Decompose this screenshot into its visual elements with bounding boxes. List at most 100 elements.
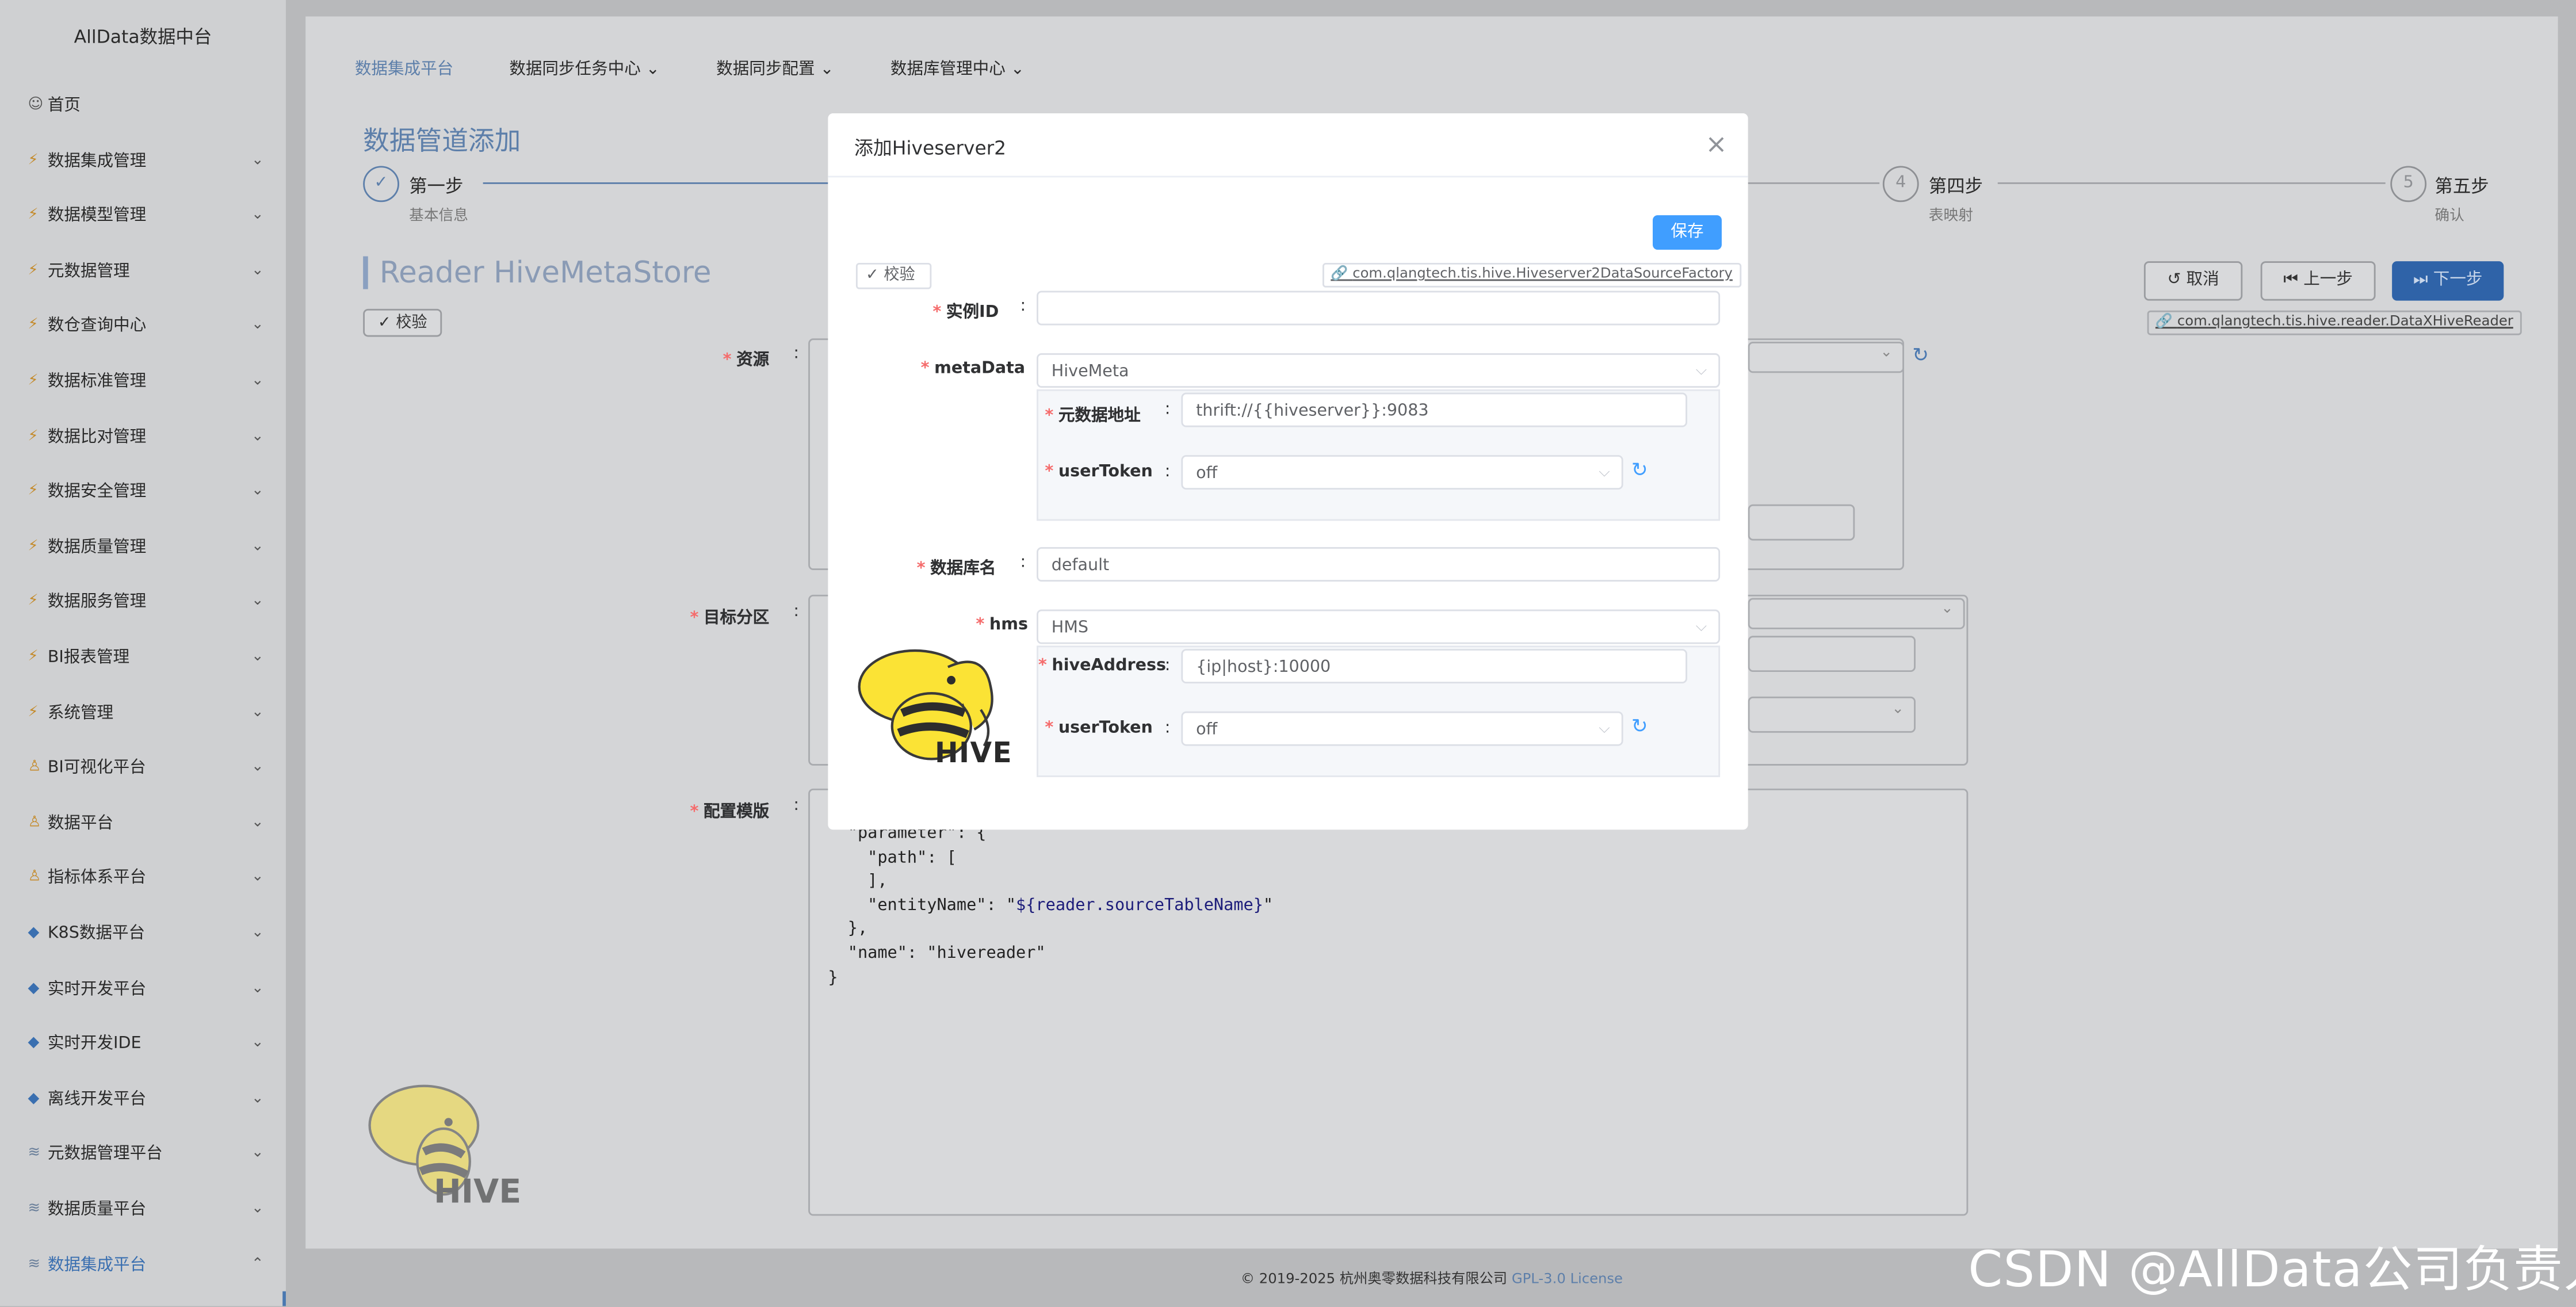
chevron-icon: ⌄ <box>251 207 264 224</box>
sidebar-item[interactable]: ≋ 数据集成平台 ⌃ <box>0 1249 286 1282</box>
colon: : <box>1164 657 1171 675</box>
sidebar-item-label: 元数据管理 <box>47 262 130 281</box>
step-line <box>483 182 828 184</box>
instance-id-input[interactable] <box>1037 291 1721 326</box>
sidebar-item[interactable]: ♙ 指标体系平台 ⌄ <box>0 863 286 896</box>
sidebar-item[interactable]: ⚡ 元数据管理 ⌄ <box>0 256 286 289</box>
sidebar-item[interactable]: ☺ 首页 <box>0 90 286 123</box>
sidebar-item-label: 实时开发平台 <box>47 980 147 999</box>
bolt-icon: ⚡ <box>28 649 39 666</box>
nav-db-center[interactable]: 数据库管理中心 ⌄ <box>890 54 1025 79</box>
refresh-icon[interactable]: ↻ <box>1912 343 1929 366</box>
chevron-icon: ⌄ <box>251 1035 264 1052</box>
resource-select[interactable]: ⌄ <box>1748 342 1904 373</box>
sidebar-item[interactable]: ⚡ 数据模型管理 ⌄ <box>0 201 286 234</box>
hive-address-label: * hiveAddress <box>1038 657 1166 675</box>
person-icon: ♙ <box>28 869 41 886</box>
cancel-button[interactable]: ↺ 取消 <box>2143 261 2243 301</box>
brand-title: AllData数据中台 <box>74 26 212 48</box>
next-button[interactable]: ⏭ 下一步 <box>2392 261 2504 301</box>
reader-title-bar <box>363 256 368 289</box>
sidebar-item[interactable]: ⚡ BI报表管理 ⌄ <box>0 643 286 675</box>
step-1-title: 第一步 <box>409 175 464 197</box>
user-token-label: * userToken <box>1045 463 1153 481</box>
cancel-icon: ↺ <box>2167 271 2187 289</box>
dialog-verify-button[interactable]: ✓ 校验 <box>855 262 932 289</box>
user-token-select[interactable]: off ⌵ <box>1181 455 1623 490</box>
prev-button[interactable]: ⏮ 上一步 <box>2260 261 2376 301</box>
sidebar-item-label: 数据质量平台 <box>47 1201 147 1220</box>
sidebar-item[interactable]: ◆ K8S数据平台 ⌄ <box>0 918 286 951</box>
sidebar-item-label: 首页 <box>47 97 81 115</box>
sidebar-item-label: 指标体系平台 <box>47 869 147 888</box>
hive-address-input[interactable]: {ip|host}:10000 <box>1181 649 1687 684</box>
license-link[interactable]: GPL-3.0 License <box>1512 1271 1623 1288</box>
sidebar-item[interactable]: ≋ 数据质量平台 ⌄ <box>0 1194 286 1227</box>
chevron-down-icon: ⌵ <box>1599 465 1610 481</box>
save-button[interactable]: 保存 <box>1653 215 1722 250</box>
chevron-icon: ⌄ <box>251 152 264 169</box>
sidebar-item[interactable]: ⚡ 数据质量管理 ⌄ <box>0 532 286 565</box>
chevron-icon: ⌄ <box>251 1090 264 1107</box>
sidebar-item-label: 元数据管理平台 <box>47 1145 163 1164</box>
diamond-icon: ◆ <box>28 1090 40 1107</box>
step-line <box>1997 182 2386 184</box>
sidebar-item-label: 数据服务管理 <box>47 594 147 612</box>
sidebar-item[interactable]: ◆ 实时开发IDE ⌄ <box>0 1029 286 1061</box>
sidebar-item[interactable]: ⚡ 数据集成管理 ⌄ <box>0 146 286 178</box>
user-icon: ☺ <box>28 97 44 114</box>
link-icon: 🔗 <box>2155 314 2177 331</box>
bolt-icon: ⚡ <box>28 373 39 389</box>
nav-sync-tasks[interactable]: 数据同步任务中心 ⌄ <box>509 54 659 79</box>
hms-select[interactable]: HMS ⌵ <box>1037 609 1721 644</box>
nav-sync-config[interactable]: 数据同步配置 ⌄ <box>716 54 834 79</box>
bolt-icon: ⚡ <box>28 704 39 721</box>
diamond-icon: ◆ <box>28 980 40 997</box>
sidebar: AllData数据中台 ☺ 首页 ⚡ 数据集成管理 ⌄ ⚡ 数据模型管理 ⌄ ⚡ 元数据管理 ⌄ ⚡ 数… <box>0 0 286 1306</box>
refresh-icon[interactable]: ↻ <box>1631 714 1648 737</box>
hive-logo-text: HIVE <box>934 737 1013 771</box>
person-icon: ♙ <box>28 759 41 776</box>
chevron-icon: ⌄ <box>251 704 264 721</box>
sidebar-item[interactable]: ⚡ 数据服务管理 ⌄ <box>0 587 286 620</box>
sidebar-item[interactable]: ◆ 离线开发平台 ⌄ <box>0 1084 286 1117</box>
bolt-icon: ⚡ <box>28 538 39 555</box>
sidebar-item-label: 离线开发平台 <box>47 1090 147 1109</box>
colon: : <box>1164 719 1171 738</box>
metadata-select[interactable]: HiveMeta ⌵ <box>1037 353 1721 388</box>
sidebar-item[interactable]: ⚡ 数仓查询中心 ⌄ <box>0 311 286 344</box>
colon: : <box>793 345 800 364</box>
chevron-icon: ⌄ <box>251 759 264 776</box>
meta-address-input[interactable]: thrift://{{hiveserver}}:9083 <box>1181 392 1687 427</box>
sidebar-item[interactable]: ◆ 实时开发平台 ⌄ <box>0 973 286 1006</box>
sidebar-item[interactable]: ⚡ 数据标准管理 ⌄ <box>0 366 286 399</box>
sidebar-item[interactable]: ♙ BI可视化平台 ⌄ <box>0 753 286 786</box>
hms-user-token-select[interactable]: off ⌵ <box>1181 711 1623 746</box>
sidebar-item[interactable]: ≋ 元数据管理平台 ⌄ <box>0 1139 286 1172</box>
chevron-icon: ⌄ <box>251 483 264 500</box>
sidebar-item[interactable]: ⚡ 数据安全管理 ⌄ <box>0 477 286 510</box>
sidebar-item[interactable]: ⚡ 数据比对管理 ⌄ <box>0 422 286 454</box>
partition-select[interactable]: ⌄ <box>1748 598 1965 629</box>
bolt-icon: ⚡ <box>28 262 39 279</box>
reader-plugin-link[interactable]: 🔗 com.qlangtech.tis.hive.reader.DataXHiv… <box>2147 310 2522 335</box>
code-line: "entityName": "${reader.sourceTableName}… <box>828 896 1274 915</box>
refresh-icon[interactable]: ↻ <box>1631 458 1648 481</box>
chevron-icon: ⌄ <box>251 594 264 610</box>
prev-icon: ⏮ <box>2283 271 2304 289</box>
close-icon[interactable]: × <box>1705 128 1727 159</box>
bolt-icon: ⚡ <box>28 207 39 224</box>
code-line: "path": [ <box>828 849 957 867</box>
database-name-input[interactable]: default <box>1037 547 1721 582</box>
colon: : <box>1164 463 1171 481</box>
dialog-divider <box>828 175 1748 178</box>
chevron-icon: ⌄ <box>251 373 264 389</box>
sidebar-item[interactable]: ♙ 数据平台 ⌄ <box>0 808 286 841</box>
stack-icon: ≋ <box>28 1201 41 1218</box>
verify-button[interactable]: ✓ 校验 <box>363 308 442 337</box>
dialog-plugin-link[interactable]: 🔗 com.qlangtech.tis.hive.Hiveserver2Data… <box>1322 262 1741 288</box>
nav-home[interactable]: 数据集成平台 <box>355 54 453 79</box>
sidebar-item[interactable]: ⚡ 系统管理 ⌄ <box>0 698 286 731</box>
colon: : <box>1020 553 1026 572</box>
sidebar-item-label: 数据标准管理 <box>47 373 147 391</box>
